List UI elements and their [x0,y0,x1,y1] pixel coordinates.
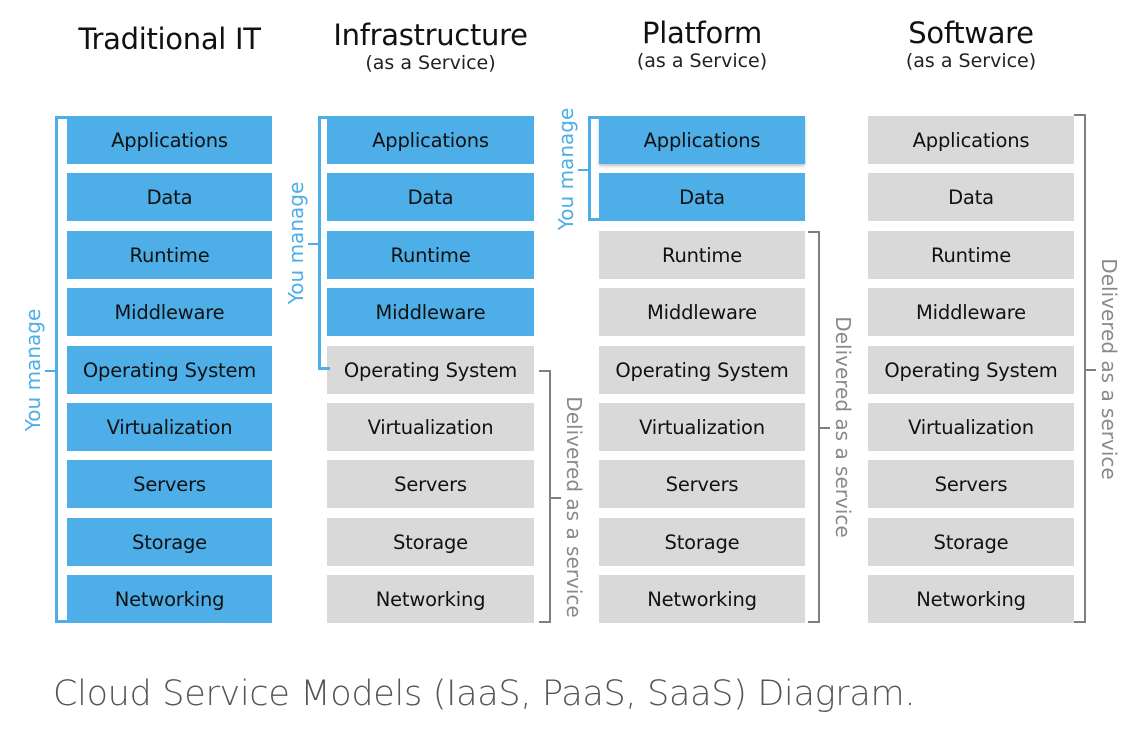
layer-runtime: Runtime [599,231,805,279]
layer-runtime: Runtime [327,231,534,279]
column-title-text: Traditional IT [78,22,261,56]
layer-middleware: Middleware [67,288,272,336]
layer-storage: Storage [327,518,534,566]
column-title-platform: Platform (as a Service) [579,16,825,72]
you-manage-bracket [55,116,67,623]
layer-middleware: Middleware [327,288,534,336]
you-manage-bracket-tick [308,243,318,245]
layer-servers: Servers [67,460,272,508]
layer-storage: Storage [67,518,272,566]
layer-networking: Networking [868,575,1074,623]
column-title-software: Software (as a Service) [848,16,1094,72]
you-manage-bracket [318,116,330,370]
layer-operating-system: Operating System [599,346,805,394]
column-subtitle-text: (as a Service) [636,50,768,72]
column-title-text: Software [908,16,1034,50]
layer-virtualization: Virtualization [67,403,272,451]
delivered-as-service-bracket-tick [551,496,561,499]
layer-servers: Servers [599,460,805,508]
layer-runtime: Runtime [868,231,1074,279]
layer-applications: Applications [599,116,805,164]
delivered-as-service-label: Delivered as a service [831,316,855,538]
layer-networking: Networking [67,575,272,623]
delivered-as-service-bracket [1074,114,1086,623]
layer-middleware: Middleware [868,288,1074,336]
layer-servers: Servers [327,460,534,508]
layer-operating-system: Operating System [868,346,1074,394]
column-title-traditional-it: Traditional IT [47,22,292,56]
layer-storage: Storage [868,518,1074,566]
layer-applications: Applications [868,116,1074,164]
you-manage-bracket-tick [578,168,588,171]
delivered-as-service-bracket [808,231,820,623]
you-manage-bracket-tick [45,369,55,372]
layer-operating-system: Operating System [67,346,272,394]
layer-applications: Applications [67,116,272,164]
layer-virtualization: Virtualization [868,403,1074,451]
layer-data: Data [327,173,534,221]
layer-applications: Applications [327,116,534,164]
layer-servers: Servers [868,460,1074,508]
layer-networking: Networking [327,575,534,623]
layer-data: Data [67,173,272,221]
column-title-text: Infrastructure [333,18,528,52]
column-subtitle-text: (as a Service) [365,52,496,74]
delivered-as-service-bracket-tick [1086,368,1096,371]
you-manage-label: You manage [284,181,308,305]
you-manage-label: You manage [554,107,578,230]
layer-virtualization: Virtualization [327,403,534,451]
diagram-caption: Cloud Service Models (IaaS, PaaS, SaaS) … [53,674,916,714]
layer-networking: Networking [599,575,805,623]
column-title-infrastructure: Infrastructure (as a Service) [307,18,554,74]
you-manage-bracket [588,116,600,221]
column-subtitle-text: (as a Service) [905,50,1037,72]
delivered-as-service-label: Delivered as a service [1097,257,1121,480]
layer-data: Data [868,173,1074,221]
layer-storage: Storage [599,518,805,566]
layer-virtualization: Virtualization [599,403,805,451]
layer-operating-system: Operating System [327,346,534,394]
layer-runtime: Runtime [67,231,272,279]
delivered-as-service-bracket [539,370,551,623]
layer-middleware: Middleware [599,288,805,336]
delivered-as-service-bracket-tick [820,427,830,429]
column-title-text: Platform [642,16,762,50]
delivered-as-service-label: Delivered as a service [562,395,586,618]
you-manage-label: You manage [21,308,45,431]
layer-data: Data [599,173,805,221]
